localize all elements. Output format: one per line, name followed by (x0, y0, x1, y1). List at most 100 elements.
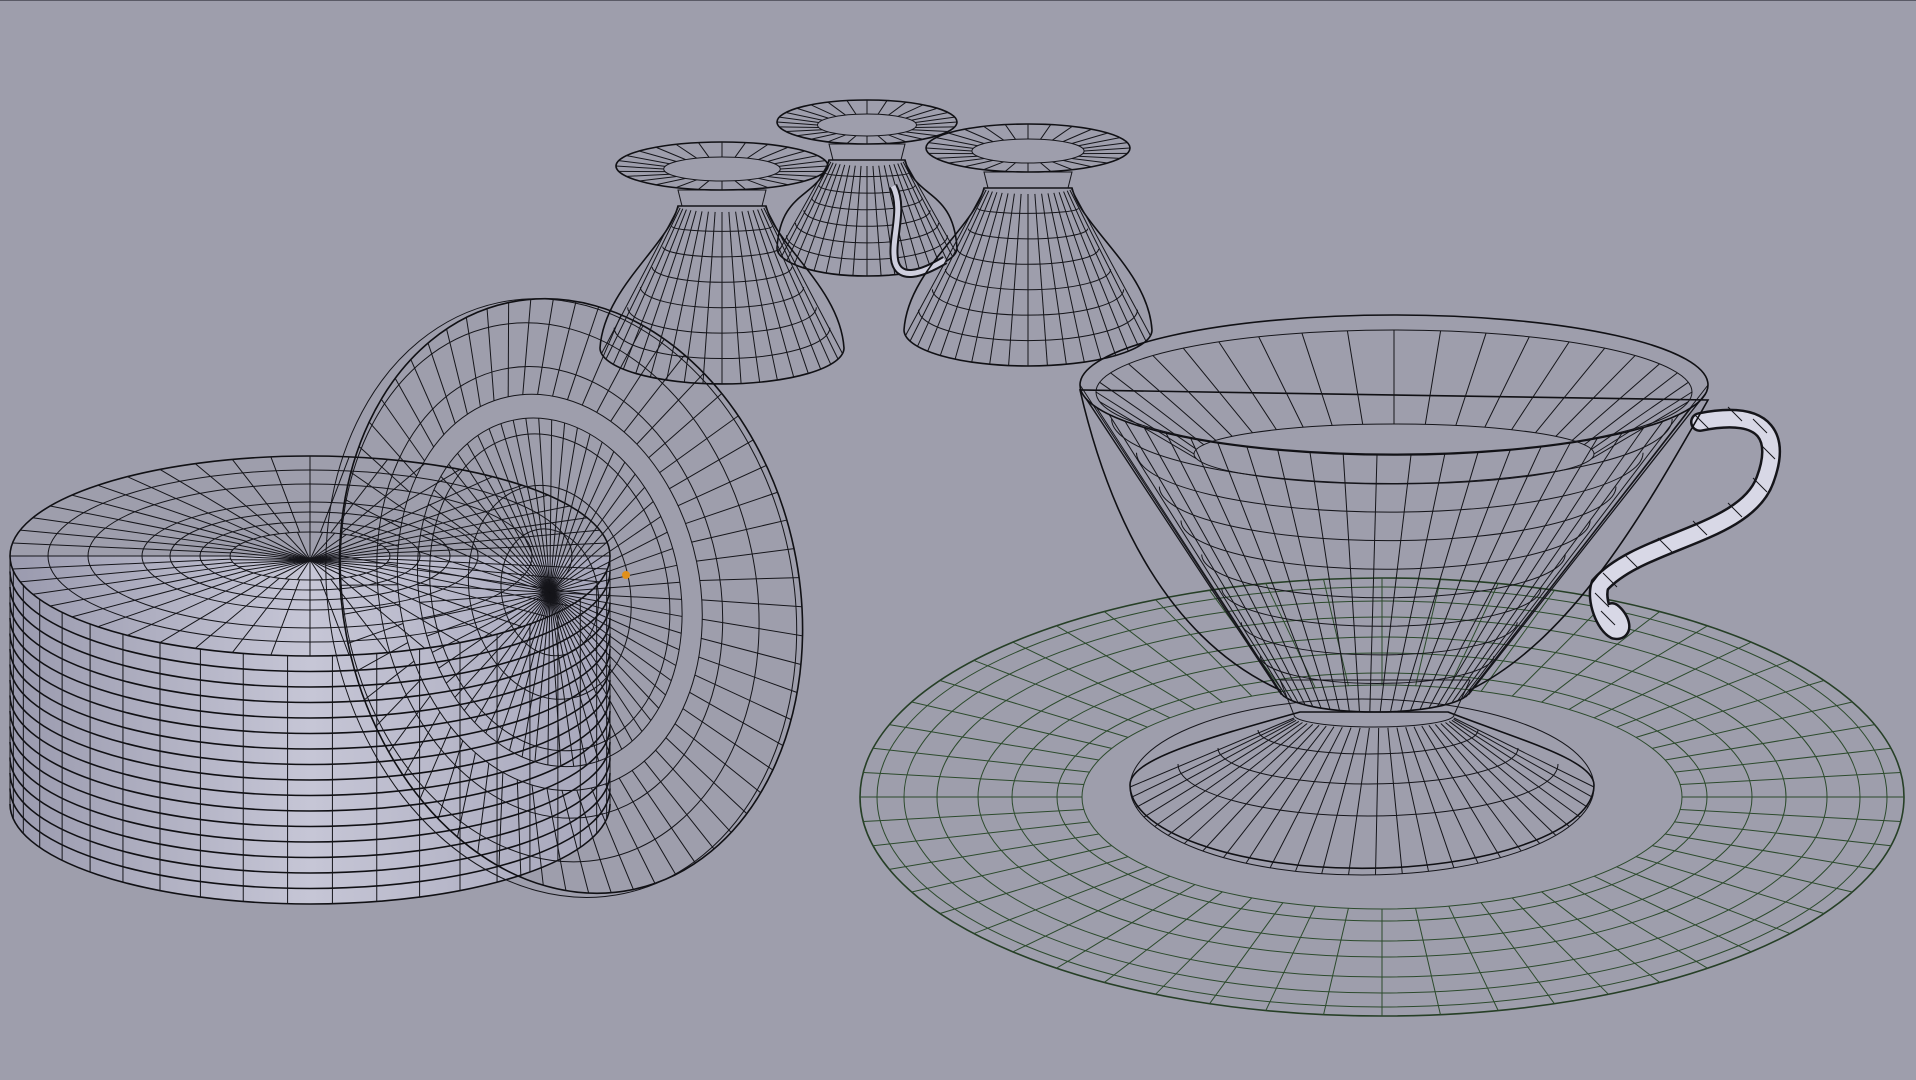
mesh-edge (925, 147, 972, 152)
mesh-edge (796, 131, 829, 137)
inverted-cup-icon[interactable] (776, 99, 958, 278)
mesh-edge (1084, 147, 1131, 152)
mesh-edge (1436, 438, 1598, 708)
mesh-edge (911, 845, 1112, 893)
mesh-edge (1269, 726, 1343, 869)
mesh-edge (358, 446, 411, 493)
mesh-edge (1095, 391, 1195, 455)
mesh-edge (780, 165, 829, 170)
mesh-edge (1652, 845, 1853, 893)
mesh-edge (1052, 161, 1073, 171)
mesh-edge (665, 737, 748, 815)
mesh-edge (846, 100, 857, 115)
mesh-edge-loop (1111, 418, 1673, 484)
mesh-edge (1071, 157, 1108, 164)
mesh-edge (1154, 722, 1303, 827)
mesh-edge (897, 104, 924, 117)
mesh-edge (1583, 372, 1678, 446)
mesh-edge (1052, 125, 1073, 141)
mesh-edge (734, 180, 746, 190)
mesh-edge (698, 180, 710, 190)
mesh-edge (1448, 721, 1581, 818)
mesh-edge (911, 701, 1112, 749)
mesh-edge (626, 173, 670, 177)
mesh-edge-loop (1158, 486, 1617, 542)
mesh-edge (873, 747, 1090, 773)
mesh-edge (1202, 724, 1320, 852)
plate-stack-icon[interactable] (9, 455, 611, 905)
mesh-edge (1448, 905, 1499, 1011)
mesh-edge (694, 674, 792, 721)
mesh-edge (827, 101, 846, 116)
mesh-edge (1078, 155, 1120, 159)
mesh-edge (873, 821, 1090, 847)
mesh-edge (1110, 372, 1205, 446)
mesh-edge (905, 107, 938, 119)
mesh-edge (1143, 720, 1300, 818)
saucer-icon[interactable] (859, 577, 1905, 1017)
mesh-edge (915, 126, 955, 128)
mesh-edge (810, 104, 837, 117)
mesh-edge-loop (817, 113, 917, 137)
mesh-edge (1323, 908, 1349, 1015)
mesh-edge (1108, 414, 1289, 700)
mesh-edge (522, 299, 532, 395)
mesh-edge (1217, 442, 1322, 709)
mesh-edge (863, 809, 1084, 823)
mesh-edge (810, 133, 837, 140)
mesh-edge (948, 132, 985, 144)
mesh-edge (779, 126, 819, 128)
3d-viewport[interactable] (0, 0, 1916, 1080)
mesh-edge (655, 146, 686, 161)
inverted-cup-icon[interactable] (599, 141, 845, 385)
mesh-edge (699, 577, 800, 581)
mesh-edge (1453, 718, 1593, 798)
mesh-edge (1374, 727, 1380, 875)
mesh-edge (827, 134, 846, 143)
mesh-edge (380, 398, 425, 462)
mesh-edge (889, 724, 1099, 761)
mesh-edge (701, 599, 802, 608)
mesh-edge (1451, 719, 1589, 808)
mesh-edge (1424, 330, 1442, 425)
mesh-edge (1129, 717, 1295, 788)
mesh-edge (911, 129, 949, 133)
mesh-edge (1593, 391, 1693, 455)
mesh-edge (639, 175, 677, 182)
mesh-edge (552, 301, 577, 397)
mesh-edge (675, 143, 697, 159)
mesh-edge (12, 542, 231, 554)
mesh-edge (1096, 407, 1285, 698)
mesh-edge (1265, 583, 1316, 689)
mesh-edge (698, 142, 710, 158)
mesh-edge (394, 378, 435, 448)
mesh-edge (691, 519, 787, 543)
mesh-edge-loop (1257, 729, 1479, 755)
mesh-edge-loop (1240, 622, 1518, 656)
mesh-edge (964, 128, 994, 143)
mesh-edge (1182, 347, 1253, 434)
mesh-edge (615, 165, 664, 170)
mesh-edge (1103, 891, 1223, 983)
mesh-edge (1445, 722, 1570, 827)
mesh-edge (1040, 162, 1052, 172)
mesh-edge (734, 142, 746, 158)
mesh-edge (1004, 162, 1016, 172)
mesh-edge (702, 618, 803, 637)
mesh-edge (655, 749, 732, 833)
mesh-edge (701, 637, 802, 665)
mesh-edge (758, 177, 789, 186)
mesh-edge (983, 161, 1004, 171)
mesh-edge (1321, 727, 1361, 874)
mesh-edge (1674, 747, 1891, 773)
mesh-edge (1387, 727, 1403, 874)
viewport-canvas[interactable] (0, 0, 1916, 1080)
mesh-edge (1434, 724, 1541, 844)
mesh-edge (1480, 902, 1555, 1005)
mesh-edge (1071, 132, 1108, 144)
mesh-edge (1136, 719, 1297, 808)
mesh-edge (888, 134, 907, 143)
mesh-edge (410, 359, 445, 435)
mesh-edge-loop (1135, 452, 1644, 513)
mesh-edge (1652, 701, 1853, 749)
